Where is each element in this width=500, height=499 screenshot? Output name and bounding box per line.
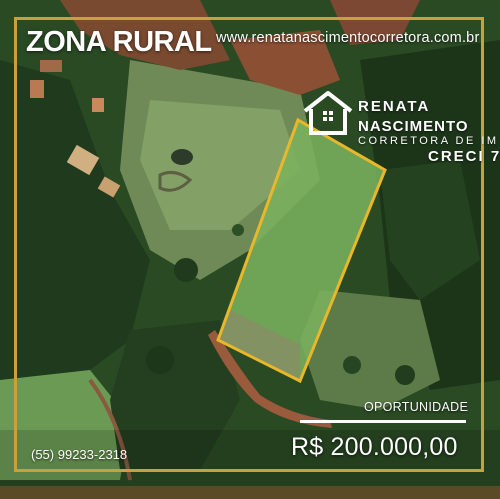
bottom-bar (0, 486, 500, 499)
page-title: ZONA RURAL (26, 26, 212, 58)
brand-name-last: NASCIMENTO (358, 118, 469, 135)
brand-creci: CRECI 7 (428, 148, 500, 165)
website-link[interactable]: www.renatanascimentocorretora.com.br (216, 30, 479, 46)
price-label: R$ 200.000,00 (291, 433, 458, 461)
phone-number[interactable]: (55) 99233-2318 (31, 447, 127, 462)
brand-name-first: RENATA (358, 98, 431, 115)
opportunity-tag: OPORTUNIDADE (364, 400, 469, 414)
brand-subtitle: CORRETORA DE IM (358, 135, 499, 147)
price-divider (300, 420, 466, 423)
house-logo-icon (303, 91, 353, 135)
